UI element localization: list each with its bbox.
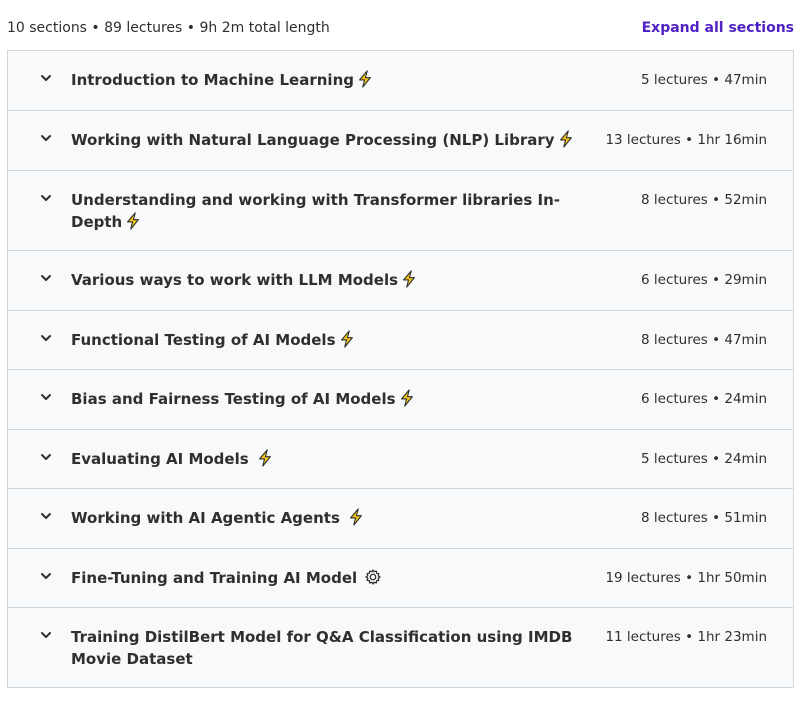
section-title: Evaluating AI Models — [71, 448, 583, 470]
chevron-down-icon — [38, 330, 54, 346]
section-row[interactable]: Evaluating AI Models 5 lectures • 24min — [8, 430, 793, 489]
section-row[interactable]: Working with Natural Language Processing… — [8, 111, 793, 171]
section-row[interactable]: Various ways to work with LLM Models 6 l… — [8, 251, 793, 311]
chevron-down-icon — [38, 449, 54, 465]
chevron-down-icon — [38, 389, 54, 405]
lightning-icon — [400, 270, 418, 288]
expand-all-sections-button[interactable]: Expand all sections — [642, 20, 794, 36]
lightning-icon — [256, 449, 274, 467]
section-list: Introduction to Machine Learning 5 lectu… — [7, 50, 794, 688]
section-row[interactable]: Training DistilBert Model for Q&A Classi… — [8, 608, 793, 688]
curriculum-summary-bar: 10 sections • 89 lectures • 9h 2m total … — [7, 18, 794, 38]
section-meta: 5 lectures • 47min — [641, 72, 767, 88]
section-title: Understanding and working with Transform… — [71, 191, 560, 231]
section-meta: 8 lectures • 51min — [641, 510, 767, 526]
chevron-down-icon — [38, 627, 54, 643]
section-row[interactable]: Bias and Fairness Testing of AI Models 6… — [8, 370, 793, 430]
chevron-down-icon — [38, 130, 54, 146]
section-title: Functional Testing of AI Models — [71, 329, 583, 351]
section-meta: 8 lectures • 47min — [641, 332, 767, 348]
lightning-icon — [347, 508, 365, 526]
lightning-icon — [338, 330, 356, 348]
section-meta: 5 lectures • 24min — [641, 451, 767, 467]
section-title: Bias and Fairness Testing of AI Models — [71, 388, 583, 410]
section-title: Working with AI Agentic Agents — [71, 507, 583, 529]
section-meta: 8 lectures • 52min — [641, 192, 767, 208]
section-meta: 19 lectures • 1hr 50min — [605, 570, 767, 586]
chevron-down-icon — [38, 70, 54, 86]
section-row[interactable]: Understanding and working with Transform… — [8, 171, 793, 251]
section-meta: 6 lectures • 24min — [641, 391, 767, 407]
section-row[interactable]: Functional Testing of AI Models 8 lectur… — [8, 311, 793, 370]
lightning-icon — [398, 389, 416, 407]
chevron-down-icon — [38, 270, 54, 286]
curriculum-summary: 10 sections • 89 lectures • 9h 2m total … — [7, 20, 330, 36]
section-row[interactable]: Fine-Tuning and Training AI Model 19 lec… — [8, 549, 793, 608]
lightning-icon — [124, 212, 142, 230]
section-meta: 6 lectures • 29min — [641, 272, 767, 288]
section-title: Various ways to work with LLM Models — [71, 269, 583, 291]
chevron-down-icon — [38, 508, 54, 524]
section-title: Working with Natural Language Processing… — [71, 129, 583, 151]
lightning-icon — [356, 70, 374, 88]
section-row[interactable]: Introduction to Machine Learning 5 lectu… — [8, 51, 793, 111]
lightning-icon — [557, 130, 575, 148]
chevron-down-icon — [38, 190, 54, 206]
section-title: Fine-Tuning and Training AI Model — [71, 567, 583, 589]
section-meta: 11 lectures • 1hr 23min — [605, 629, 767, 645]
chevron-down-icon — [38, 568, 54, 584]
gear-icon — [364, 568, 382, 586]
section-title: Introduction to Machine Learning — [71, 69, 583, 91]
section-title: Training DistilBert Model for Q&A Classi… — [71, 628, 573, 668]
section-row[interactable]: Working with AI Agentic Agents 8 lecture… — [8, 489, 793, 549]
section-meta: 13 lectures • 1hr 16min — [605, 132, 767, 148]
